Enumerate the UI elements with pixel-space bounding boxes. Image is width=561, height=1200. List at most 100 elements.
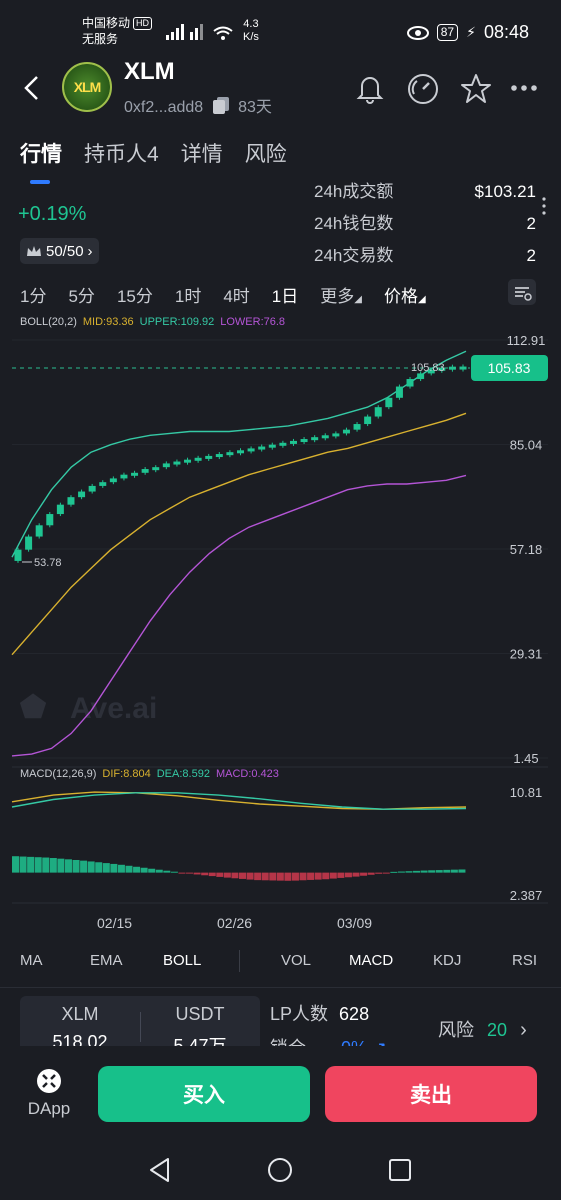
indicator-vol[interactable]: VOL (281, 952, 311, 969)
stat-label: 24h钱包数 (314, 214, 394, 233)
indicator-ma[interactable]: MA (20, 952, 43, 969)
rank-badge[interactable]: 50/50 › (20, 238, 99, 264)
candle (88, 485, 96, 492)
timeframe-5m[interactable]: 5分 (68, 282, 94, 307)
timeframe-more-label: 更多 (320, 287, 355, 306)
macd-bar (193, 872, 201, 875)
macd-bar (125, 865, 133, 873)
date-tick: 03/09 (337, 915, 373, 931)
price-axis-tick: 112.91 (507, 333, 546, 348)
timeframe-4h[interactable]: 4时 (223, 282, 249, 307)
macd-bar (261, 872, 269, 881)
price-axis-tick: 29.31 (510, 647, 543, 662)
macd-bar (140, 867, 148, 873)
price-chart[interactable]: ⬟ Ave.ai 112.9185.0457.1829.311.4510.812… (0, 330, 561, 915)
back-icon[interactable] (20, 74, 44, 102)
tab-risk[interactable]: 风险 (245, 138, 287, 168)
vertical-dots-icon[interactable] (540, 196, 548, 216)
timeframe-1h[interactable]: 1时 (175, 282, 201, 307)
lp-holders-label: LP人数 (270, 1004, 329, 1024)
tab-details[interactable]: 详情 (181, 138, 223, 168)
buy-button[interactable]: 买入 (98, 1066, 310, 1122)
macd-bar (291, 872, 299, 881)
macd-bar (208, 872, 216, 877)
timeframe-1m[interactable]: 1分 (20, 282, 46, 307)
token-title: XLM (124, 58, 175, 85)
main-tabs: 行情 持币人4 详情 风险 (20, 138, 287, 168)
caret-icon: ◢ (417, 294, 426, 305)
price-axis-tick: 57.18 (510, 542, 543, 557)
crown-icon (27, 246, 41, 256)
macd-bar (231, 872, 239, 879)
candle (184, 459, 192, 463)
rank-value: 50/50 (46, 242, 84, 260)
macd-bar (239, 872, 246, 879)
tab-holders[interactable]: 持币人4 (84, 138, 159, 168)
candle (374, 407, 382, 417)
macd-bar (186, 872, 194, 874)
macd-bar (102, 863, 110, 873)
macd-bar (95, 862, 103, 873)
nav-home-icon[interactable] (266, 1156, 294, 1184)
macd-bar (216, 872, 224, 877)
copy-icon[interactable] (211, 95, 231, 115)
signal-wifi-icons (166, 24, 233, 40)
macd-bar (299, 872, 307, 881)
macd-bar (413, 870, 421, 873)
indicator-tabs: MA EMA BOLL VOL MACD KDJ RSI (0, 950, 561, 974)
boll-name: BOLL(20,2) (20, 316, 77, 328)
macd-bar (405, 871, 413, 873)
macd-bar (42, 857, 50, 873)
dapp-button[interactable]: DApp (22, 1068, 76, 1119)
gauge-icon[interactable] (406, 72, 440, 106)
indicator-ema[interactable]: EMA (90, 952, 123, 969)
macd-dif: DIF:8.804 (102, 768, 151, 780)
candle (385, 397, 393, 408)
macd-bar (223, 872, 231, 878)
macd-bar (27, 856, 35, 873)
logo-text: XLM (73, 79, 102, 95)
price-axis-tick: 85.04 (510, 438, 543, 453)
candle (247, 448, 255, 452)
macd-dea-line (11, 792, 467, 810)
price-type-select[interactable]: 价格◢ (384, 282, 426, 307)
macd-bar (337, 872, 345, 878)
macd-bar (397, 871, 405, 873)
token-address[interactable]: 0xf2...add8 (124, 99, 203, 116)
candle (279, 442, 287, 446)
system-nav-bar (0, 1140, 561, 1200)
pool-token-a-label: XLM (61, 1004, 99, 1024)
nav-recents-icon[interactable] (386, 1156, 414, 1184)
risk-score[interactable]: 风险 20 › (438, 1016, 527, 1042)
indicator-boll[interactable]: BOLL (163, 952, 201, 969)
timeframe-more[interactable]: 更多◢ (320, 282, 362, 307)
stat-row: 24h交易数 2 (314, 244, 536, 276)
timeframe-15m[interactable]: 15分 (117, 282, 153, 307)
candle (205, 455, 213, 459)
macd-bar (57, 858, 65, 873)
candle (120, 474, 128, 479)
more-icon[interactable] (510, 80, 540, 96)
boll-upper-line (11, 350, 467, 558)
indicator-macd[interactable]: MACD (349, 952, 393, 969)
candle (152, 467, 160, 471)
macd-bar (322, 872, 330, 880)
timeframe-1d[interactable]: 1日 (272, 282, 298, 307)
chart-settings-button[interactable] (508, 279, 536, 305)
bell-icon[interactable] (354, 72, 386, 104)
macd-bar (87, 861, 95, 873)
stat-label: 24h成交额 (314, 182, 394, 201)
candle (173, 461, 181, 465)
lp-holders-value: 628 (339, 1004, 370, 1024)
indicator-kdj[interactable]: KDJ (433, 952, 461, 969)
macd-bar (450, 869, 458, 873)
tab-market[interactable]: 行情 (20, 138, 62, 168)
macd-dif-line (11, 791, 467, 810)
macd-axis-tick: 10.81 (510, 785, 543, 800)
indicator-rsi[interactable]: RSI (512, 952, 537, 969)
sell-button[interactable]: 卖出 (325, 1066, 537, 1122)
nav-back-icon[interactable] (146, 1156, 174, 1184)
macd-bar (314, 872, 322, 880)
star-icon[interactable] (459, 72, 493, 106)
current-price-value: 105.83 (488, 360, 531, 376)
